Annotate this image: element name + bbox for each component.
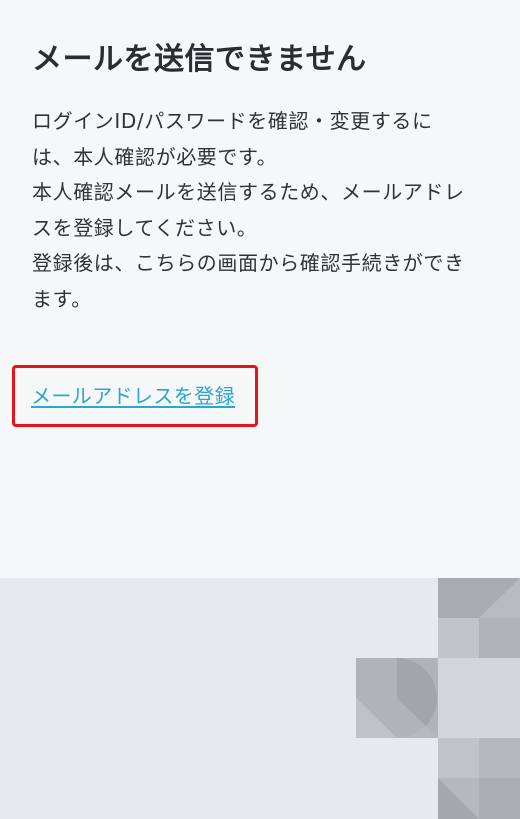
description-line: 登録後は、こちらの画面から確認手続きができ xyxy=(32,251,465,276)
description-line: は、本人確認が必要です。 xyxy=(32,144,278,169)
description-line: ます。 xyxy=(32,286,92,311)
description-line: ログインID/パスワードを確認・変更するに xyxy=(32,109,433,133)
description-line: スを登録してください。 xyxy=(32,215,258,240)
description-text: ログインID/パスワードを確認・変更するに は、本人確認が必要です。 本人確認メ… xyxy=(32,104,494,318)
footer-decoration xyxy=(0,578,520,819)
description-line: 本人確認メールを送信するため、メールアドレ xyxy=(32,180,465,205)
main-content: メールを送信できません ログインID/パスワードを確認・変更するに は、本人確認… xyxy=(0,0,520,578)
page-title: メールを送信できません xyxy=(32,42,367,77)
geometric-pattern-icon xyxy=(356,578,520,819)
register-email-link[interactable]: メールアドレスを登録 xyxy=(31,380,235,412)
